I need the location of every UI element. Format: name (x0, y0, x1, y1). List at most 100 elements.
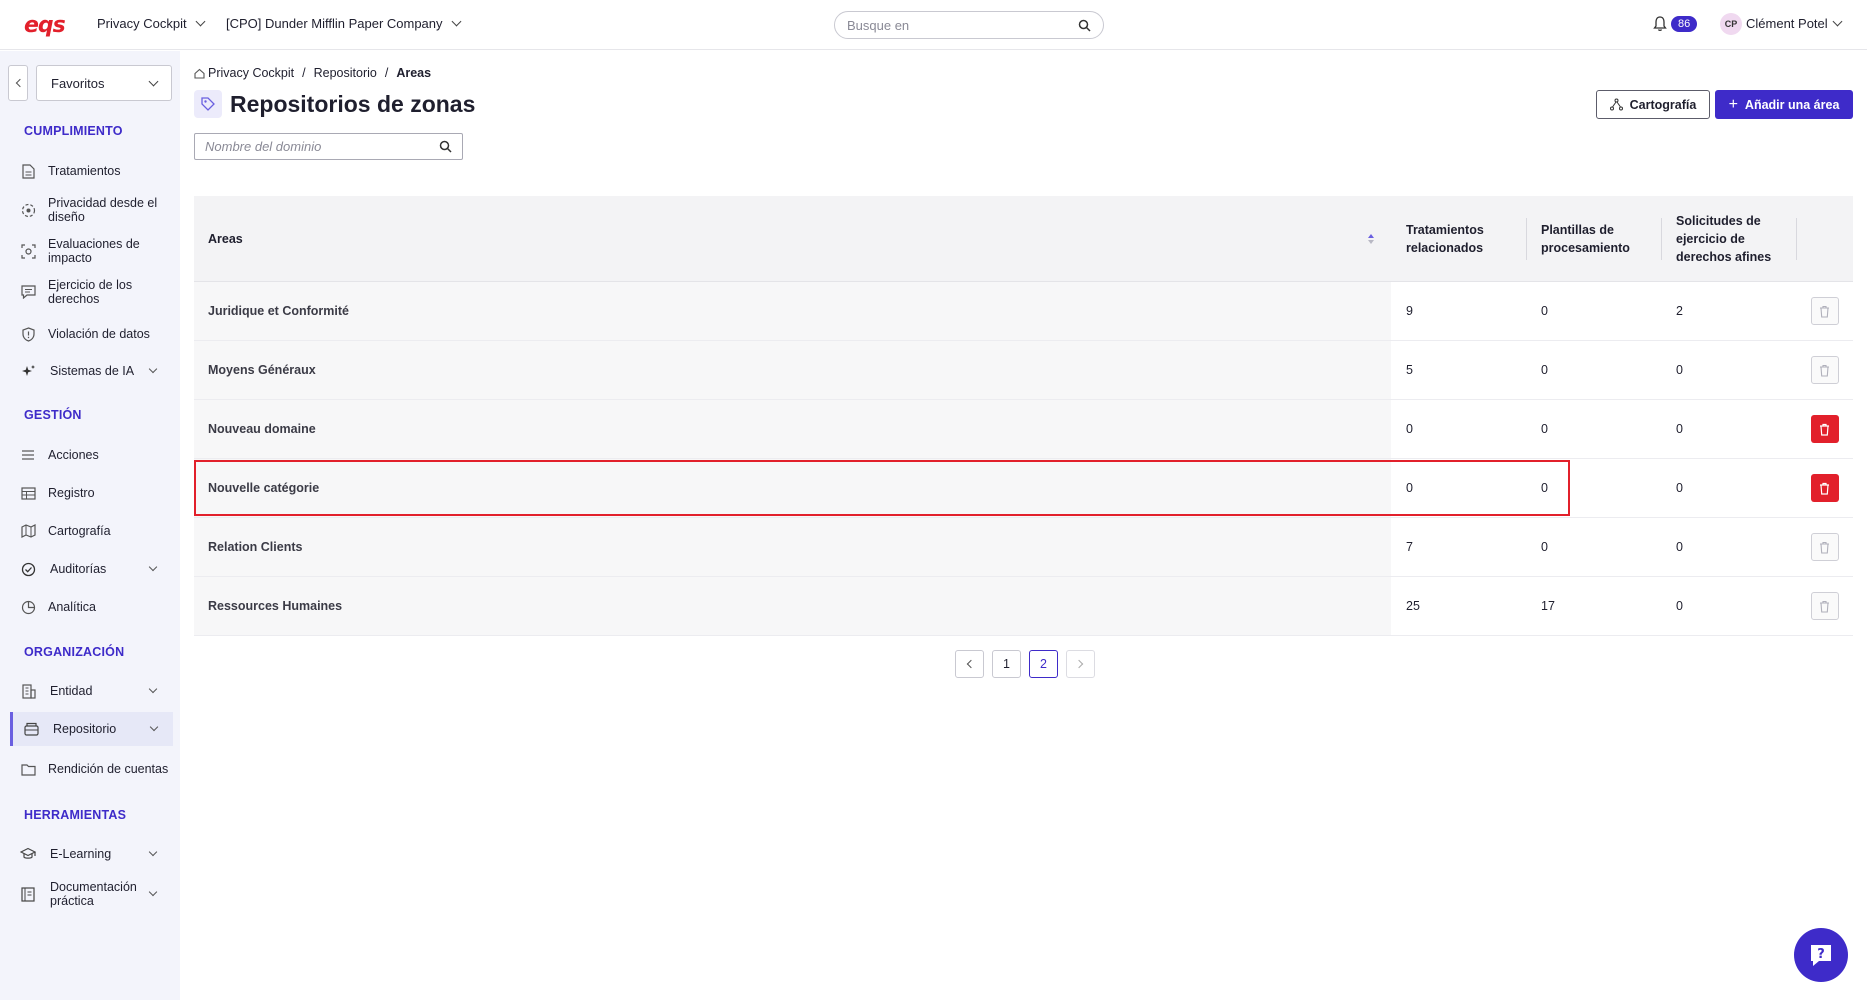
sidebar-item-documentacion[interactable]: Documentación práctica (20, 880, 172, 908)
delete-button[interactable] (1810, 592, 1839, 620)
solicitudes-count: 0 (1676, 599, 1683, 613)
global-search-input[interactable]: Busque en (834, 11, 1104, 39)
section-herramientas: HERRAMIENTAS (24, 808, 127, 822)
app-switcher[interactable]: Privacy Cockpit (97, 16, 206, 31)
table-row[interactable]: Moyens Généraux 5 0 0 (194, 341, 1853, 400)
sidebar: Favoritos CUMPLIMIENTO Tratamientos Priv… (0, 51, 180, 1000)
sort-icon[interactable] (1367, 233, 1375, 245)
chevron-down-icon (148, 364, 158, 374)
delete-button[interactable] (1810, 474, 1839, 502)
sidebar-item-cartografia[interactable]: Cartografía (20, 523, 172, 539)
chat-icon (20, 284, 36, 300)
plantillas-count: 0 (1541, 422, 1548, 436)
next-page-button[interactable] (1066, 650, 1095, 678)
actions-cell (1796, 518, 1853, 576)
chevron-left-icon (966, 659, 976, 669)
sidebar-item-violacion[interactable]: Violación de datos (20, 326, 172, 342)
page-1-button[interactable]: 1 (992, 650, 1021, 678)
table-row[interactable]: Juridique et Conformité 9 0 2 (194, 282, 1853, 341)
column-header-tratamientos: Tratamientos relacionados (1391, 196, 1526, 281)
plantillas-count: 0 (1541, 540, 1548, 554)
page-2-button[interactable]: 2 (1029, 650, 1058, 678)
chevron-down-icon (1832, 16, 1843, 27)
sidebar-item-label: Ejercicio de los derechos (48, 278, 133, 306)
table-row[interactable]: Nouveau domaine 0 0 0 (194, 400, 1853, 459)
domain-search-input[interactable]: Nombre del dominio (194, 133, 463, 160)
previous-page-button[interactable] (955, 650, 984, 678)
column-header-area[interactable]: Areas (194, 196, 1391, 281)
sidebar-item-label: Rendición de cuentas (48, 762, 169, 776)
breadcrumb-separator: / (302, 66, 306, 80)
book-icon (20, 886, 36, 902)
area-name[interactable]: Nouveau domaine (194, 400, 1391, 458)
sidebar-item-privacidad[interactable]: Privacidad desde el diseño (20, 196, 172, 224)
trash-icon (1820, 364, 1829, 377)
area-name[interactable]: Juridique et Conformité (194, 282, 1391, 340)
table-row[interactable]: Ressources Humaines 25 17 0 (194, 577, 1853, 636)
section-cumplimiento: CUMPLIMIENTO (24, 124, 123, 138)
table-row[interactable]: Relation Clients 7 0 0 (194, 518, 1853, 577)
sidebar-item-registro[interactable]: Registro (20, 485, 172, 501)
breadcrumb-home-label: Privacy Cockpit (208, 66, 295, 80)
actions-cell (1796, 459, 1853, 517)
sidebar-item-rendicion[interactable]: Rendición de cuentas (20, 755, 172, 783)
avatar[interactable]: CP (1720, 13, 1742, 35)
sidebar-item-elearning[interactable]: E-Learning (20, 846, 172, 862)
column-header-actions (1796, 196, 1853, 281)
delete-button[interactable] (1810, 415, 1839, 443)
column-divider (1661, 218, 1662, 260)
sidebar-item-acciones[interactable]: Acciones (20, 447, 172, 463)
sidebar-item-auditorias[interactable]: Auditorías (20, 561, 172, 577)
actions-cell (1796, 341, 1853, 399)
user-menu[interactable]: Clément Potel (1746, 16, 1843, 31)
sidebar-item-entidad[interactable]: Entidad (20, 683, 172, 699)
solicitudes-count: 0 (1676, 363, 1683, 377)
sidebar-item-repositorio[interactable]: Repositorio (10, 712, 173, 746)
favorites-dropdown[interactable]: Favoritos (36, 65, 172, 101)
sidebar-item-evaluaciones[interactable]: Evaluaciones de impacto (20, 237, 172, 265)
company-switcher[interactable]: [CPO] Dunder Mifflin Paper Company (226, 16, 461, 31)
collapse-sidebar-button[interactable] (8, 65, 28, 101)
sidebar-item-label: Registro (48, 486, 95, 500)
sidebar-item-analitica[interactable]: Analítica (20, 599, 172, 615)
row-highlight-annotation (194, 460, 1570, 516)
sidebar-item-label: Auditorías (50, 562, 107, 576)
tratamientos-count: 5 (1406, 363, 1413, 377)
solicitudes-count: 2 (1676, 304, 1683, 318)
cartography-button[interactable]: Cartografía (1596, 90, 1710, 119)
global-search-placeholder: Busque en (847, 17, 910, 33)
plantillas-count: 0 (1541, 363, 1548, 377)
eqs-logo[interactable]: eqs (24, 13, 66, 38)
search-icon[interactable] (1078, 19, 1091, 32)
shield-icon (20, 326, 36, 342)
sidebar-item-sistemas-ia[interactable]: Sistemas de IA (20, 363, 172, 379)
tratamientos-count: 25 (1406, 599, 1420, 613)
pagination: 1 2 (955, 650, 1095, 678)
graduation-cap-icon (20, 846, 36, 862)
breadcrumb-home[interactable]: Privacy Cockpit (194, 66, 294, 80)
delete-button[interactable] (1810, 297, 1839, 325)
add-area-button[interactable]: + Añadir una área (1715, 90, 1853, 119)
help-button[interactable]: ? (1794, 928, 1848, 982)
sidebar-item-label: Documentación práctica (50, 880, 137, 908)
delete-button[interactable] (1810, 356, 1839, 384)
trash-icon (1820, 541, 1829, 554)
trash-icon (1820, 423, 1829, 436)
area-name[interactable]: Moyens Généraux (194, 341, 1391, 399)
section-gestion: GESTIÓN (24, 408, 82, 422)
table-icon (20, 485, 36, 501)
area-name[interactable]: Ressources Humaines (194, 577, 1391, 635)
sidebar-item-ejercicio[interactable]: Ejercicio de los derechos (20, 278, 172, 306)
chevron-right-icon (1074, 659, 1084, 669)
notification-count-badge[interactable]: 86 (1671, 16, 1698, 32)
breadcrumb-repositorio[interactable]: Repositorio (314, 66, 377, 80)
search-icon[interactable] (439, 140, 452, 153)
delete-button[interactable] (1810, 533, 1839, 561)
sidebar-item-tratamientos[interactable]: Tratamientos (20, 163, 172, 179)
area-name[interactable]: Relation Clients (194, 518, 1391, 576)
sidebar-item-label: Sistemas de IA (50, 364, 135, 378)
solicitudes-count: 0 (1676, 422, 1683, 436)
column-header-solicitudes: Solicitudes de ejercicio de derechos afi… (1661, 196, 1796, 281)
chevron-down-icon (148, 562, 158, 572)
bell-icon[interactable] (1653, 16, 1667, 32)
